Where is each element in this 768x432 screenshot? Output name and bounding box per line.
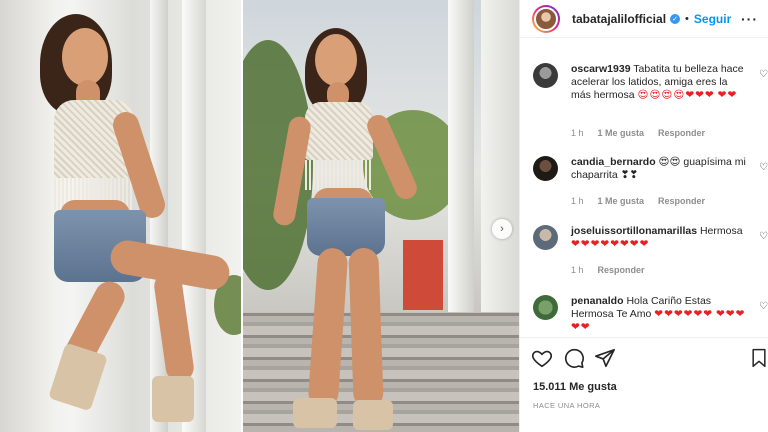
woman-figure-right xyxy=(263,28,433,432)
comment-like-heart-icon[interactable]: ♡ xyxy=(759,301,768,312)
photo-right xyxy=(243,0,519,432)
comment-likes[interactable]: 1 Me gusta xyxy=(598,128,645,138)
woman-figure-left xyxy=(40,10,233,430)
chevron-right-icon: › xyxy=(500,223,504,235)
comment-username[interactable]: penanaldo xyxy=(571,295,624,307)
bookmark-icon[interactable] xyxy=(749,347,768,369)
commenter-avatar[interactable] xyxy=(533,156,558,181)
reply-button[interactable]: Responder xyxy=(658,196,705,206)
carousel-next-button[interactable]: › xyxy=(492,219,512,239)
comment-like-heart-icon[interactable]: ♡ xyxy=(759,69,768,80)
author-username[interactable]: tabatajalilofficial xyxy=(572,12,666,26)
post-media[interactable]: › xyxy=(0,0,519,432)
comment-text: oscarw1939 Tabatita tu belleza hace acel… xyxy=(571,63,744,101)
comment-username[interactable]: candia_bernardo xyxy=(571,156,656,168)
comment-emojis: ❤❤❤❤❤❤❤❤ xyxy=(571,238,650,250)
post-header: tabatajalilofficial ✓ • Seguir ··· xyxy=(520,0,768,38)
comment-bubble-icon[interactable] xyxy=(563,347,585,369)
likes-count[interactable]: 15.011 Me gusta xyxy=(533,381,617,393)
comment-time: 1 h xyxy=(571,128,584,138)
comment-emojis: ❤❤❤❤❤❤ xyxy=(654,308,714,320)
share-paper-plane-icon[interactable] xyxy=(594,347,616,369)
header-separator: • xyxy=(685,12,689,25)
commenter-avatar[interactable] xyxy=(533,225,558,250)
comment-likes[interactable]: 1 Me gusta xyxy=(598,196,645,206)
like-heart-icon[interactable] xyxy=(531,347,553,369)
comment-meta: 1 h 1 Me gusta Responder xyxy=(571,196,705,206)
comment-username[interactable]: joseluissortillonamarillas xyxy=(571,225,697,237)
post-actions: 15.011 Me gusta HACE UNA HORA xyxy=(520,337,768,432)
post-side-panel: tabatajalilofficial ✓ • Seguir ··· oscar… xyxy=(519,0,768,432)
follow-button[interactable]: Seguir xyxy=(694,12,731,26)
comment-text: joseluissortillonamarillas Hermosa ❤❤❤❤❤… xyxy=(571,225,743,250)
author-avatar[interactable] xyxy=(532,4,560,33)
commenter-avatar[interactable] xyxy=(533,63,558,88)
comment-meta: 1 h 1 Me gusta Responder xyxy=(571,128,705,138)
comment-text: penanaldo Hola Cariño Estas Hermosa Te A… xyxy=(571,295,746,333)
post-timestamp: HACE UNA HORA xyxy=(533,401,601,410)
comment-username[interactable]: oscarw1939 xyxy=(571,63,631,75)
reply-button[interactable]: Responder xyxy=(658,128,705,138)
verified-badge-icon: ✓ xyxy=(670,13,681,24)
comment-time: 1 h xyxy=(571,265,584,275)
comment-emojis: 😍😍😍😍❤❤❤ xyxy=(637,89,715,101)
comment-like-heart-icon[interactable]: ♡ xyxy=(759,162,768,173)
comments-list[interactable]: oscarw1939 Tabatita tu belleza hace acel… xyxy=(520,39,768,337)
more-options-icon[interactable]: ··· xyxy=(741,11,758,27)
comment-time: 1 h xyxy=(571,196,584,206)
comment-emojis: ❤❤ xyxy=(717,89,738,101)
photo-left xyxy=(0,0,241,432)
comment-meta: 1 h Responder xyxy=(571,265,645,275)
comment-like-heart-icon[interactable]: ♡ xyxy=(759,231,768,242)
comment-text: candia_bernardo 😍😍 guapísima mi chaparri… xyxy=(571,156,746,181)
reply-button[interactable]: Responder xyxy=(598,265,645,275)
commenter-avatar[interactable] xyxy=(533,295,558,320)
